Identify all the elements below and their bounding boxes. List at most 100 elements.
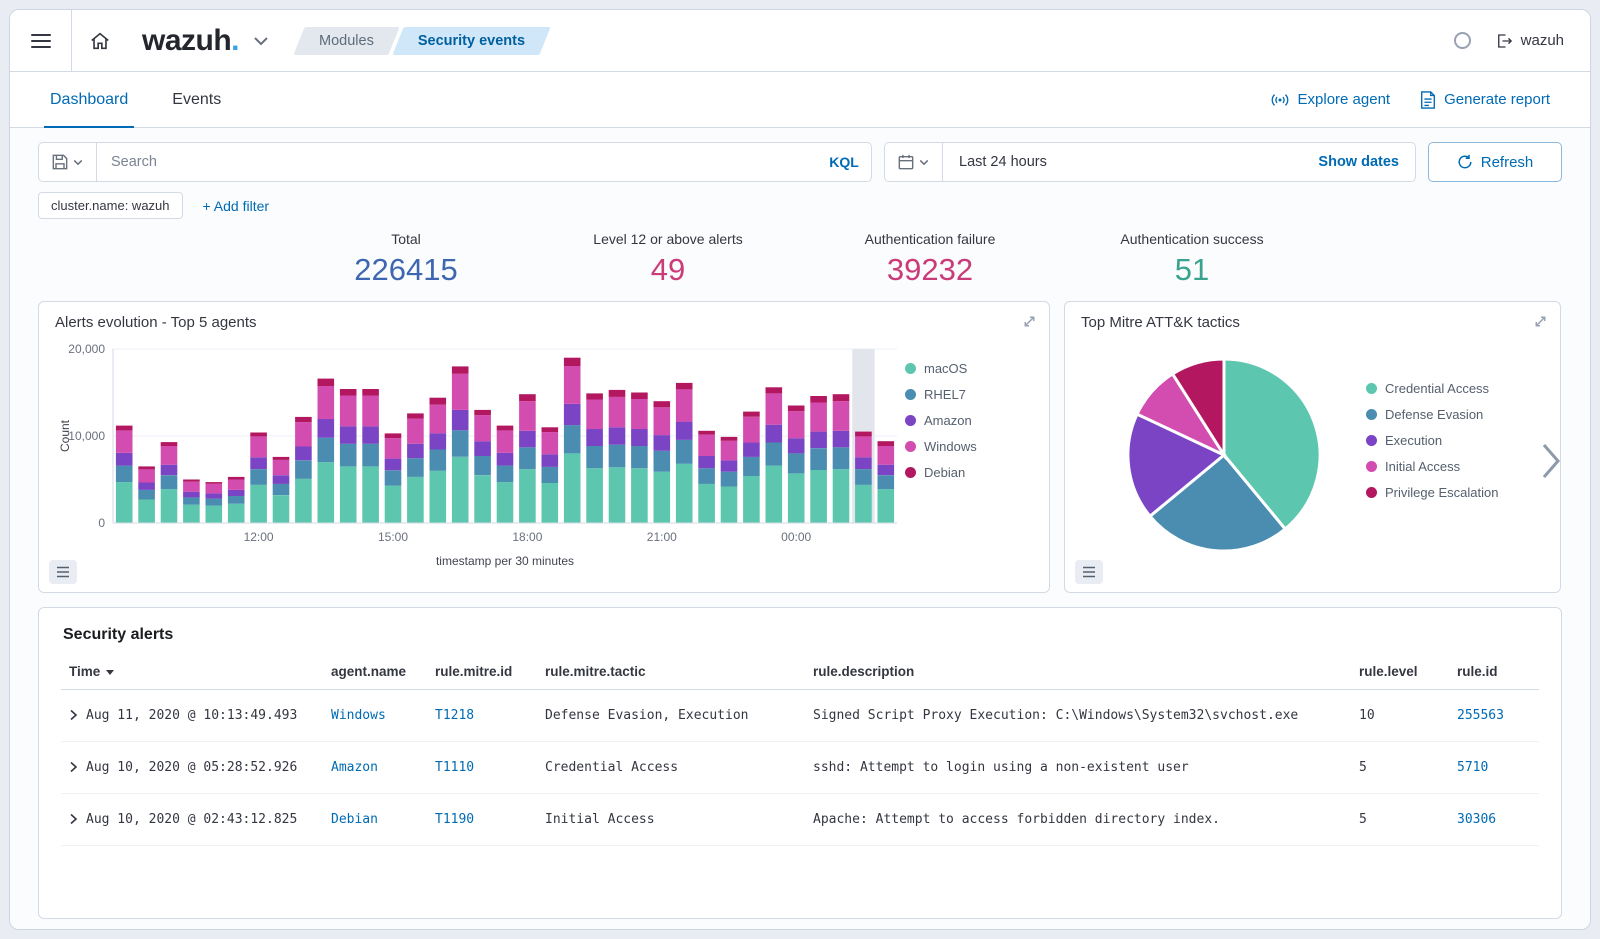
bar-segment[interactable] bbox=[138, 466, 155, 469]
bar-segment[interactable] bbox=[116, 453, 133, 466]
bar-segment[interactable] bbox=[295, 460, 312, 478]
search-input[interactable] bbox=[97, 143, 817, 181]
bar-segment[interactable] bbox=[474, 410, 491, 415]
bar-segment[interactable] bbox=[810, 470, 827, 523]
bar-segment[interactable] bbox=[362, 396, 379, 427]
bar-segment[interactable] bbox=[474, 441, 491, 456]
bar-segment[interactable] bbox=[564, 404, 581, 425]
bar-segment[interactable] bbox=[676, 440, 693, 464]
bar-segment[interactable] bbox=[698, 484, 715, 523]
bar-segment[interactable] bbox=[295, 417, 312, 422]
bar-segment[interactable] bbox=[676, 422, 693, 440]
legend-item[interactable]: Initial Access bbox=[1366, 459, 1544, 474]
alerts-bar-chart[interactable]: 010,00020,00012:0015:0018:0021:0000:00ti… bbox=[55, 337, 905, 575]
legend-item[interactable]: Windows bbox=[905, 439, 1033, 454]
date-picker-button[interactable] bbox=[885, 143, 943, 181]
bar-segment[interactable] bbox=[743, 417, 760, 443]
bar-segment[interactable] bbox=[519, 431, 536, 448]
legend-item[interactable]: Credential Access bbox=[1366, 381, 1544, 396]
bar-segment[interactable] bbox=[318, 419, 335, 438]
bar-segment[interactable] bbox=[407, 444, 424, 458]
bar-segment[interactable] bbox=[586, 429, 603, 446]
column-header-agent-name[interactable]: agent.name bbox=[323, 654, 427, 690]
legend-toggle-button[interactable] bbox=[1075, 560, 1103, 584]
bar-segment[interactable] bbox=[542, 454, 559, 467]
bar-segment[interactable] bbox=[519, 447, 536, 469]
bar-segment[interactable] bbox=[407, 477, 424, 523]
bar-segment[interactable] bbox=[788, 438, 805, 453]
bar-segment[interactable] bbox=[810, 396, 827, 403]
bar-segment[interactable] bbox=[474, 475, 491, 523]
tab-events[interactable]: Events bbox=[172, 72, 221, 127]
column-header-rule-mitre-tactic[interactable]: rule.mitre.tactic bbox=[537, 654, 805, 690]
generate-report-button[interactable]: Generate report bbox=[1420, 91, 1550, 109]
bar-segment[interactable] bbox=[586, 393, 603, 399]
bar-segment[interactable] bbox=[228, 496, 245, 504]
bar-segment[interactable] bbox=[878, 441, 895, 446]
bar-segment[interactable] bbox=[385, 459, 402, 471]
mitre-id-link[interactable]: T1190 bbox=[435, 812, 474, 827]
column-header-rule-level[interactable]: rule.level bbox=[1351, 654, 1449, 690]
bar-segment[interactable] bbox=[810, 432, 827, 449]
bar-segment[interactable] bbox=[542, 467, 559, 483]
bar-segment[interactable] bbox=[631, 399, 648, 429]
bar-segment[interactable] bbox=[116, 426, 133, 431]
bar-segment[interactable] bbox=[161, 442, 178, 446]
bar-segment[interactable] bbox=[721, 487, 738, 524]
rule-id-link[interactable]: 30306 bbox=[1457, 812, 1496, 827]
bar-segment[interactable] bbox=[273, 484, 290, 495]
bar-segment[interactable] bbox=[497, 453, 514, 466]
bar-segment[interactable] bbox=[833, 401, 850, 431]
bar-segment[interactable] bbox=[564, 366, 581, 404]
bar-segment[interactable] bbox=[698, 456, 715, 468]
bar-segment[interactable] bbox=[519, 469, 536, 523]
bar-segment[interactable] bbox=[183, 492, 200, 498]
legend-item[interactable]: Execution bbox=[1366, 433, 1544, 448]
time-range-label[interactable]: Last 24 hours bbox=[943, 143, 1302, 181]
bar-segment[interactable] bbox=[766, 393, 783, 424]
bar-segment[interactable] bbox=[206, 499, 223, 506]
table-row[interactable]: Aug 10, 2020 @ 02:43:12.825 Debian T1190… bbox=[61, 794, 1539, 846]
bar-segment[interactable] bbox=[318, 438, 335, 462]
bar-segment[interactable] bbox=[295, 422, 312, 446]
legend-item[interactable]: Privilege Escalation bbox=[1366, 485, 1544, 500]
bar-segment[interactable] bbox=[430, 433, 447, 449]
bar-segment[interactable] bbox=[766, 443, 783, 466]
bar-segment[interactable] bbox=[250, 436, 267, 457]
bar-segment[interactable] bbox=[766, 387, 783, 393]
bar-segment[interactable] bbox=[228, 490, 245, 496]
bar-segment[interactable] bbox=[385, 486, 402, 523]
next-page-chevron-icon[interactable] bbox=[1540, 441, 1562, 481]
bar-segment[interactable] bbox=[698, 468, 715, 484]
bar-segment[interactable] bbox=[586, 446, 603, 468]
legend-item[interactable]: Amazon bbox=[905, 413, 1033, 428]
expand-row-icon[interactable] bbox=[69, 813, 78, 825]
bar-segment[interactable] bbox=[273, 475, 290, 484]
bar-segment[interactable] bbox=[743, 476, 760, 523]
legend-item[interactable]: Debian bbox=[905, 465, 1033, 480]
bar-segment[interactable] bbox=[855, 469, 872, 485]
legend-item[interactable]: RHEL7 bbox=[905, 387, 1033, 402]
bar-segment[interactable] bbox=[407, 419, 424, 444]
bar-segment[interactable] bbox=[609, 427, 626, 444]
bar-segment[interactable] bbox=[698, 431, 715, 435]
bar-segment[interactable] bbox=[228, 480, 245, 490]
bar-segment[interactable] bbox=[228, 504, 245, 523]
mitre-pie-chart[interactable] bbox=[1116, 347, 1332, 563]
expand-panel-icon[interactable] bbox=[1533, 314, 1548, 329]
bar-segment[interactable] bbox=[206, 482, 223, 484]
bar-segment[interactable] bbox=[497, 482, 514, 523]
bar-segment[interactable] bbox=[519, 394, 536, 401]
bar-segment[interactable] bbox=[250, 485, 267, 523]
bar-segment[interactable] bbox=[206, 506, 223, 523]
bar-segment[interactable] bbox=[228, 477, 245, 480]
bar-segment[interactable] bbox=[743, 443, 760, 457]
bar-segment[interactable] bbox=[654, 407, 671, 435]
column-header-rule-description[interactable]: rule.description bbox=[805, 654, 1351, 690]
bar-segment[interactable] bbox=[273, 460, 290, 475]
bar-segment[interactable] bbox=[452, 430, 469, 457]
expand-row-icon[interactable] bbox=[69, 709, 78, 721]
bar-segment[interactable] bbox=[430, 405, 447, 434]
bar-segment[interactable] bbox=[206, 484, 223, 494]
bar-segment[interactable] bbox=[855, 432, 872, 437]
